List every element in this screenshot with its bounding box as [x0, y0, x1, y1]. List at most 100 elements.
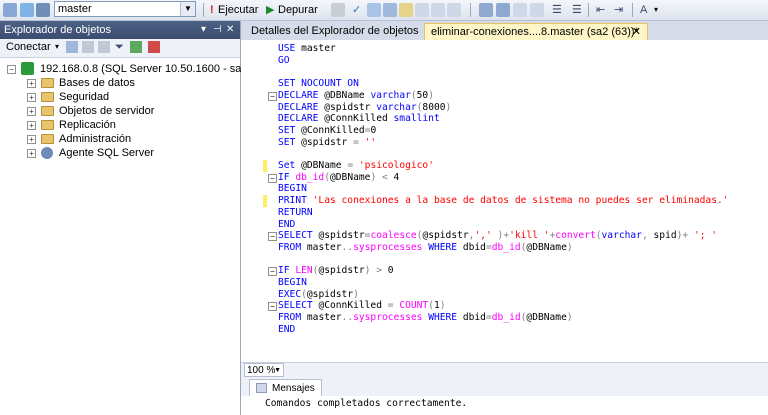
code-line[interactable]: FROM master..sysprocesses WHERE dbid=db_… — [278, 242, 573, 254]
server-node[interactable]: − 192.168.0.8 (SQL Server 10.50.1600 - s… — [4, 62, 251, 76]
fold-toggle-icon[interactable]: − — [268, 267, 277, 277]
code-line[interactable]: RETURN — [278, 207, 313, 219]
stop-icon[interactable] — [331, 3, 345, 17]
zoom-select[interactable]: 100 % ▼ — [244, 363, 284, 377]
parse-icon[interactable]: ✓ — [352, 3, 361, 17]
connect-dropdown-icon[interactable]: ▾ — [55, 42, 59, 51]
tree-node-security[interactable]: + Seguridad — [24, 90, 240, 104]
database-select[interactable]: master ▼ — [54, 1, 196, 17]
available-databases-icon[interactable] — [36, 3, 50, 17]
code-token: @ConnKilled — [318, 300, 388, 312]
connect-icon[interactable] — [66, 41, 78, 53]
fold-toggle-icon[interactable]: − — [268, 91, 277, 101]
include-plan-icon[interactable] — [479, 3, 493, 17]
code-line[interactable]: SET @ConnKilled=0 — [278, 125, 376, 137]
code-line[interactable]: IF db_id(@DBName) < 4 — [278, 172, 399, 184]
code-line[interactable]: DECLARE @DBName varchar(50) — [278, 90, 434, 102]
tree-node-replication[interactable]: + Replicación — [24, 118, 240, 132]
decrease-indent-icon[interactable]: ⇤ — [596, 3, 605, 17]
expand-icon[interactable]: + — [27, 135, 36, 144]
code-line[interactable]: SELECT @ConnKilled = COUNT(1) — [278, 300, 446, 312]
changed-line-marker — [263, 195, 267, 208]
code-line[interactable]: EXEC(@spidstr) — [278, 289, 359, 301]
tree-node-server-objects[interactable]: + Objetos de servidor — [24, 104, 240, 118]
expand-icon[interactable]: + — [27, 121, 36, 130]
code-token: db_id — [491, 241, 521, 253]
code-token: ) > — [364, 265, 388, 277]
code-line[interactable]: SELECT @spidstr=coalesce(@spidstr,',' )+… — [278, 230, 717, 242]
chevron-down-icon[interactable]: ▼ — [274, 364, 281, 378]
code-line[interactable]: DECLARE @ConnKilled smallint — [278, 113, 440, 125]
chevron-down-icon[interactable]: ▼ — [180, 2, 195, 16]
debug-button[interactable]: Depurar — [278, 3, 318, 17]
code-line[interactable]: USE master — [278, 43, 336, 55]
connect-button[interactable]: Conectar — [6, 41, 51, 53]
fold-toggle-icon[interactable]: − — [268, 173, 277, 183]
code-line[interactable]: Set @DBName = 'psicologico' — [278, 160, 434, 172]
results-grid-icon[interactable] — [431, 3, 445, 17]
stop-icon[interactable] — [98, 41, 110, 53]
tab-messages[interactable]: Mensajes — [249, 379, 322, 397]
client-statistics-icon[interactable] — [496, 3, 510, 17]
fold-toggle-icon[interactable]: − — [268, 302, 277, 312]
execute-button[interactable]: Ejecutar — [218, 3, 258, 17]
code-line[interactable]: BEGIN — [278, 183, 307, 195]
query-editor[interactable]: USE master GO SET NOCOUNT ON DECLARE @DBNam… — [241, 40, 768, 362]
code-token: RETURN — [278, 206, 313, 218]
code-token: varchar — [376, 101, 417, 113]
specify-values-icon[interactable]: A — [640, 3, 647, 17]
code-line[interactable]: END — [278, 324, 295, 336]
tab-query[interactable]: eliminar-conexiones....8.master (sa2 (63… — [424, 23, 648, 40]
tree-node-sql-agent[interactable]: + Agente SQL Server — [24, 146, 240, 160]
collapse-icon[interactable]: − — [7, 65, 16, 74]
code-line[interactable]: SET @spidstr = '' — [278, 137, 376, 149]
code-line[interactable]: FROM master..sysprocesses WHERE dbid=db_… — [278, 312, 573, 324]
increase-indent-icon[interactable]: ⇥ — [614, 3, 623, 17]
debug-icon[interactable]: ▶ — [266, 3, 274, 17]
code-token: ) — [445, 101, 452, 113]
expand-icon[interactable]: + — [27, 93, 36, 102]
fold-toggle-icon[interactable]: − — [268, 232, 277, 242]
code-line[interactable]: GO — [278, 55, 290, 67]
pin-icon[interactable]: ⊣ — [213, 21, 222, 39]
results-text-icon[interactable] — [415, 3, 429, 17]
text-results-icon[interactable] — [530, 3, 544, 17]
code-token: varchar — [370, 89, 411, 101]
filter-icon[interactable]: ⏷ — [115, 41, 124, 54]
window-position-icon[interactable]: ▾ — [201, 21, 206, 39]
code-line[interactable]: DECLARE @spidstr varchar(8000) — [278, 102, 451, 114]
toolbar-options-icon[interactable]: ▾ — [654, 3, 658, 17]
close-icon[interactable]: ✕ — [226, 21, 234, 39]
query-designer-icon[interactable] — [383, 3, 397, 17]
code-line[interactable]: SET NOCOUNT ON — [278, 78, 359, 90]
code-line[interactable]: END — [278, 219, 295, 231]
tree-node-databases[interactable]: + Bases de datos — [24, 76, 240, 90]
expand-icon[interactable]: + — [27, 79, 36, 88]
uncomment-icon[interactable]: ☰ — [572, 3, 582, 17]
object-explorer-icon[interactable] — [3, 3, 17, 17]
display-plan-icon[interactable] — [367, 3, 381, 17]
tab-object-explorer-details[interactable]: Detalles del Explorador de objetos — [245, 23, 425, 40]
grid-results-icon[interactable] — [513, 3, 527, 17]
code-line[interactable]: IF LEN(@spidstr) > 0 — [278, 265, 394, 277]
summary-icon[interactable] — [148, 41, 160, 53]
change-connection-icon[interactable] — [20, 3, 34, 17]
toolbar: master ▼ ! Ejecutar ▶ Depurar ✓ ☰ ☰ ⇤ ⇥ … — [0, 0, 768, 21]
code-token: master — [306, 312, 342, 324]
expand-icon[interactable]: + — [27, 149, 36, 158]
refresh-icon[interactable] — [130, 41, 142, 53]
comment-icon[interactable]: ☰ — [552, 3, 562, 17]
execute-icon[interactable]: ! — [210, 3, 214, 17]
expand-icon[interactable]: + — [27, 107, 36, 116]
results-file-icon[interactable] — [447, 3, 461, 17]
object-explorer-title-bar: Explorador de objetos ▾ ⊣ ✕ — [0, 21, 240, 39]
changed-line-marker — [263, 160, 267, 172]
intellisense-icon[interactable] — [399, 3, 413, 17]
code-token: FROM — [278, 312, 307, 324]
code-token: LEN — [295, 265, 313, 277]
close-tab-icon[interactable]: ✕ — [632, 24, 641, 41]
tree-node-administration[interactable]: + Administración — [24, 132, 240, 146]
code-line[interactable]: BEGIN — [278, 277, 307, 289]
disconnect-icon[interactable] — [82, 41, 94, 53]
code-line[interactable]: PRINT 'Las conexiones a la base de datos… — [278, 195, 729, 207]
